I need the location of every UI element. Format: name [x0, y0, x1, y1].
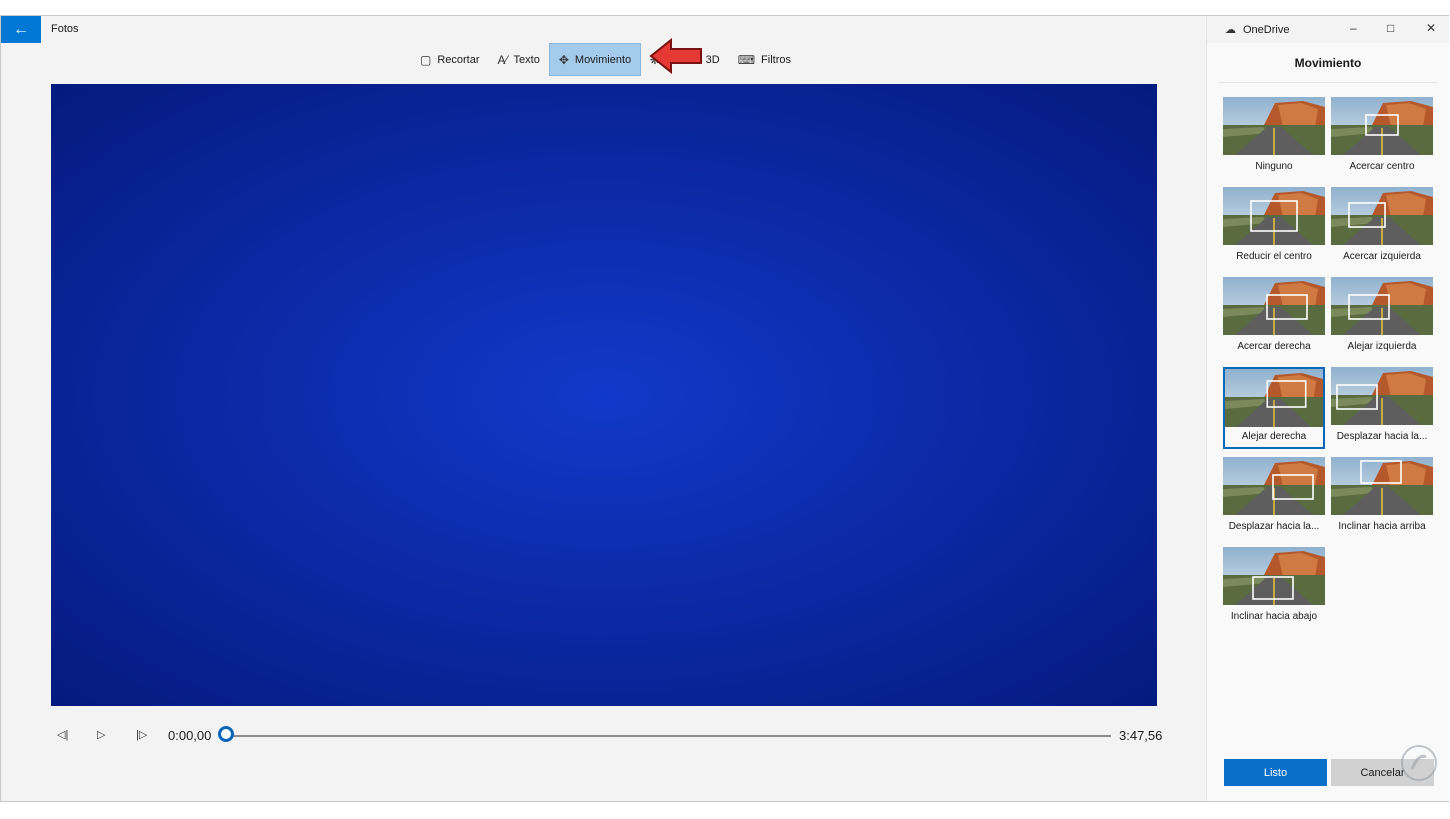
- timeline-track[interactable]: [229, 735, 1111, 737]
- motion-option[interactable]: Desplazar hacia la...: [1331, 367, 1433, 449]
- tool-label: Recortar: [437, 53, 480, 66]
- motion-option-label: Ninguno: [1255, 161, 1293, 172]
- panel-title-bar: ☁ OneDrive – □ ✕: [1207, 16, 1449, 43]
- motion-option-label: Reducir el centro: [1236, 251, 1312, 262]
- back-arrow-icon: ←: [13, 20, 29, 38]
- motion-option-label: Acercar izquierda: [1343, 251, 1421, 262]
- text-icon: A⁄: [497, 52, 508, 67]
- motion-option[interactable]: Ninguno: [1223, 97, 1325, 179]
- road-landscape-thumbnail: [1223, 187, 1325, 245]
- motion-option-label: Acercar centro: [1349, 161, 1415, 172]
- motion-option[interactable]: Inclinar hacia arriba: [1331, 457, 1433, 539]
- app-title: Fotos: [51, 23, 79, 35]
- edit-toolbar: ▢ Recortar A⁄ Texto ✥ Movimiento ❋ Efect…: [411, 43, 800, 76]
- play-icon[interactable]: ▷: [97, 728, 105, 741]
- motion-option[interactable]: Acercar izquierda: [1331, 187, 1433, 269]
- motion-option-label: Desplazar hacia la...: [1336, 431, 1428, 442]
- motion-option[interactable]: Reducir el centro: [1223, 187, 1325, 269]
- watermark-logo-icon: [1401, 745, 1437, 781]
- onedrive-status[interactable]: ☁ OneDrive: [1225, 23, 1290, 37]
- motion-option-label: Inclinar hacia arriba: [1338, 521, 1426, 532]
- motion-option[interactable]: Alejar izquierda: [1331, 277, 1433, 359]
- crop-icon: ▢: [420, 52, 432, 67]
- motion-panel: ☁ OneDrive – □ ✕ Movimiento Ninguno Acer…: [1206, 16, 1449, 801]
- panel-title: Movimiento: [1294, 56, 1362, 70]
- tool-label: Filtros: [761, 53, 791, 66]
- minimize-icon[interactable]: –: [1350, 21, 1357, 35]
- tool-movimiento[interactable]: ✥ Movimiento: [548, 43, 641, 76]
- title-bar: ← Fotos: [1, 16, 1206, 43]
- road-landscape-thumbnail: [1223, 277, 1325, 335]
- road-landscape-thumbnail: [1223, 457, 1325, 515]
- motion-icon: ✥: [558, 52, 569, 67]
- video-preview[interactable]: [51, 84, 1157, 706]
- motion-option[interactable]: Inclinar hacia abajo: [1223, 547, 1325, 629]
- road-landscape-thumbnail: [1225, 369, 1323, 427]
- maximize-icon[interactable]: □: [1387, 21, 1394, 35]
- next-frame-icon[interactable]: |▷: [136, 728, 147, 741]
- road-landscape-thumbnail: [1331, 187, 1433, 245]
- motion-option-label: Alejar derecha: [1241, 431, 1307, 442]
- tool-label: Texto: [513, 53, 540, 66]
- road-landscape-thumbnail: [1331, 457, 1433, 515]
- back-button[interactable]: ←: [1, 16, 41, 43]
- motion-option-label: Alejar izquierda: [1347, 341, 1417, 352]
- photos-app-window: ← Fotos ▢ Recortar A⁄ Texto ✥ Movimiento…: [0, 15, 1449, 802]
- motion-option[interactable]: Alejar derecha: [1223, 367, 1325, 449]
- playback-controls: ◁| ▷ |▷ 0:00,00 3:47,56: [51, 724, 1163, 748]
- motion-option[interactable]: Desplazar hacia la...: [1223, 457, 1325, 539]
- motion-option-label: Desplazar hacia la...: [1228, 521, 1320, 532]
- tool-filtros[interactable]: ⌨ Filtros: [729, 43, 800, 76]
- road-landscape-thumbnail: [1223, 97, 1325, 155]
- filter-brush-icon: ⌨: [737, 52, 756, 67]
- road-landscape-thumbnail: [1331, 97, 1433, 155]
- divider: [1219, 82, 1437, 83]
- close-icon[interactable]: ✕: [1426, 21, 1436, 35]
- red-arrow-pointer-icon: [649, 38, 702, 74]
- current-time: 0:00,00: [168, 728, 212, 743]
- road-landscape-thumbnail: [1331, 277, 1433, 335]
- tool-recortar[interactable]: ▢ Recortar: [411, 43, 489, 76]
- motion-option[interactable]: Acercar centro: [1331, 97, 1433, 179]
- cloud-off-icon: ☁: [1225, 24, 1236, 36]
- road-landscape-thumbnail: [1223, 547, 1325, 605]
- done-button[interactable]: Listo: [1224, 759, 1327, 786]
- onedrive-label: OneDrive: [1243, 23, 1290, 36]
- motion-option-label: Inclinar hacia abajo: [1230, 611, 1318, 622]
- motion-option[interactable]: Acercar derecha: [1223, 277, 1325, 359]
- tool-texto[interactable]: A⁄ Texto: [489, 43, 549, 76]
- total-time: 3:47,56: [1119, 728, 1163, 743]
- motion-option-label: Acercar derecha: [1237, 341, 1311, 352]
- road-landscape-thumbnail: [1331, 367, 1433, 425]
- tool-label: Movimiento: [574, 53, 632, 66]
- previous-frame-icon[interactable]: ◁|: [57, 728, 68, 741]
- timeline-scrubber[interactable]: [218, 726, 234, 742]
